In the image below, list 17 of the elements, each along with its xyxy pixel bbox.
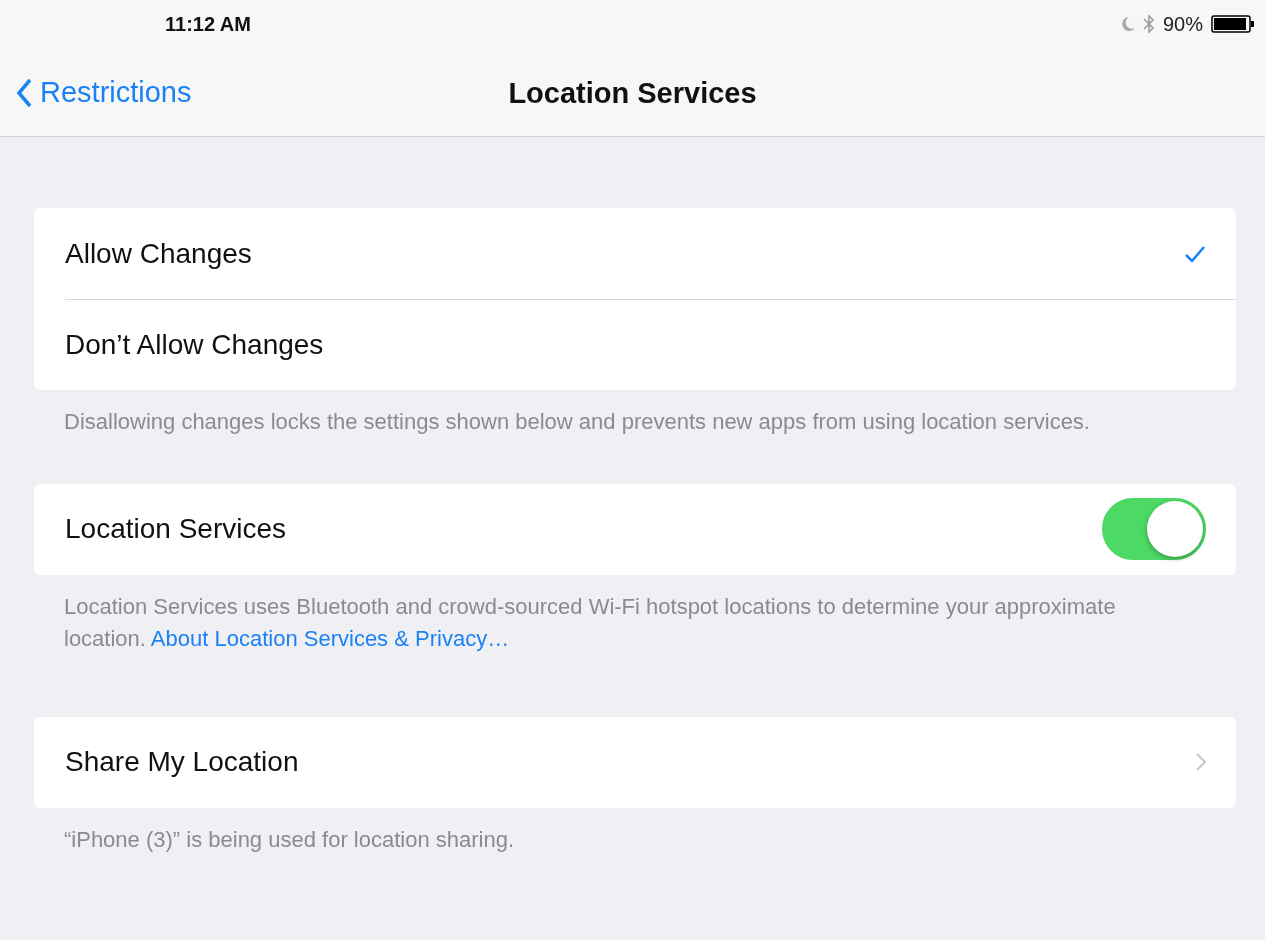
footer-text: “iPhone (3)” is being used for location sharing. [64,825,516,854]
chevron-right-icon [1196,753,1206,772]
bluetooth-icon [1142,14,1155,34]
footer-text: Location Services uses Bluetooth and crowd-sourced Wi-Fi hotspot locations to determine your approximate location. About Location Services & Privacy… [64,592,1117,653]
back-button[interactable]: Restrictions [16,70,192,115]
footer-text: Disallowing changes locks the settings shown below and prevents new apps from using location services. [64,408,1091,436]
battery-icon [1211,15,1255,33]
battery-percent: 90% [1162,12,1203,37]
toggle-switch[interactable] [1102,498,1206,561]
row-label[interactable]: Allow Changes [65,232,1184,275]
row-label[interactable]: Don’t Allow Changes [65,324,1206,366]
row-label[interactable]: Share My Location [65,741,1196,784]
chevron-left-icon [16,77,32,108]
status-time: 11:12 AM [165,12,251,37]
row-label[interactable]: Location Services [65,508,1102,551]
page-title: Location Services [508,75,757,110]
moon-icon [1120,16,1135,32]
